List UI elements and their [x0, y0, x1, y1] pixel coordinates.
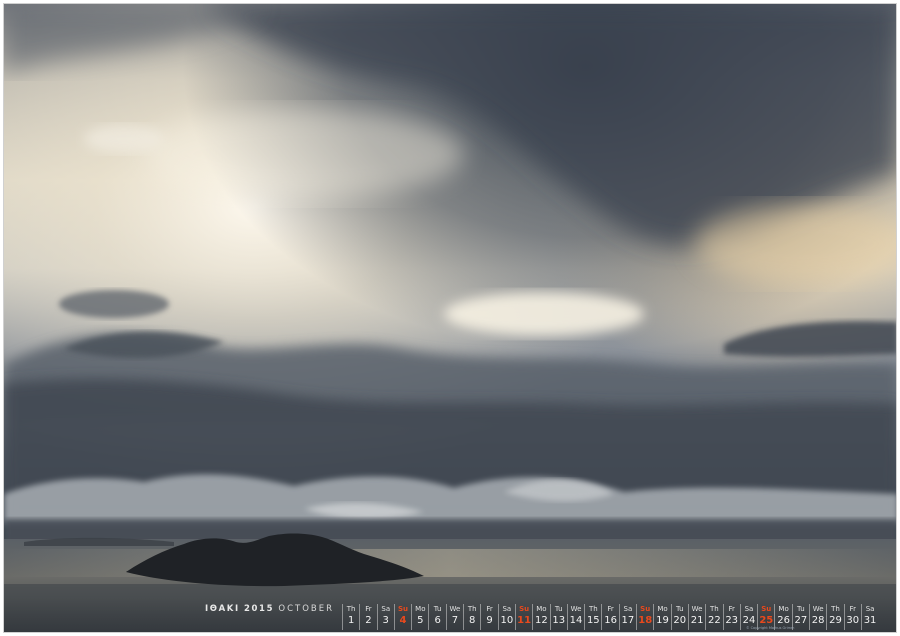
- day-name: Sa: [865, 605, 875, 613]
- calendar-day: Tu 6: [428, 604, 445, 630]
- day-name: We: [812, 605, 824, 613]
- calendar-day: Sa 31: [860, 604, 878, 630]
- calendar-title: IΘAKI 2015 OCTOBER: [205, 603, 334, 615]
- calendar-day: Su 11: [514, 604, 532, 630]
- calendar-day: Mo 12: [532, 604, 549, 630]
- day-name: Fr: [607, 605, 614, 613]
- day-name: Mo: [778, 605, 789, 613]
- day-date: 30: [846, 615, 860, 626]
- day-name: Th: [588, 605, 598, 613]
- calendar-day: We 28: [809, 604, 826, 630]
- calendar-day: Th 15: [584, 604, 601, 630]
- day-name: Fr: [365, 605, 372, 613]
- day-name: Sa: [502, 605, 512, 613]
- calendar-day: We 21: [687, 604, 705, 630]
- calendar-page: [3, 3, 897, 633]
- day-date: 4: [399, 615, 407, 626]
- day-name: Mo: [415, 605, 426, 613]
- day-name: Tu: [675, 605, 684, 613]
- day-name: Tu: [433, 605, 442, 613]
- day-date: 17: [621, 615, 635, 626]
- day-date: 5: [417, 615, 424, 626]
- calendar-day: Sa 10: [497, 604, 515, 630]
- calendar-day: Fr 16: [601, 604, 618, 630]
- day-date: 11: [517, 615, 532, 626]
- day-date: 28: [811, 615, 825, 626]
- day-name: We: [570, 605, 582, 613]
- day-date: 18: [638, 615, 653, 626]
- calendar-day: We 7: [445, 604, 463, 630]
- calendar-day: Su 18: [636, 604, 653, 630]
- day-name: Su: [761, 605, 772, 613]
- calendar-day: Fr 9: [480, 604, 497, 630]
- calendar-days: Th 1 Fr 2 Sa 3 Su 4 Mo 5 Tu 6 We 7 Th 8 Fr 9 Sa 10 Su 11 Mo 12 T…: [342, 604, 878, 630]
- day-name: Fr: [849, 605, 856, 613]
- calendar-day: Fr 23: [722, 604, 740, 630]
- day-name: Sa: [381, 605, 391, 613]
- calendar-day: Fr 2: [359, 604, 376, 630]
- sunset-clouds-photo: [4, 4, 896, 632]
- day-date: 13: [552, 615, 566, 626]
- day-name: Su: [519, 605, 530, 613]
- day-date: 16: [604, 615, 617, 626]
- calendar-day: Th 8: [463, 604, 480, 630]
- calendar-day: Mo 19: [653, 604, 670, 630]
- day-date: 29: [829, 615, 842, 626]
- calendar-day: Sa 3: [376, 604, 394, 630]
- day-name: We: [449, 605, 461, 613]
- calendar-day: Th 1: [342, 604, 359, 630]
- day-name: Su: [640, 605, 651, 613]
- day-date: 23: [725, 615, 739, 626]
- copyright-text: © Copyright Markus Grimm: [746, 626, 795, 630]
- calendar-day: Tu 20: [670, 604, 688, 630]
- day-date: 8: [469, 615, 476, 626]
- day-date: 20: [673, 615, 687, 626]
- calendar-day: Su 4: [393, 604, 411, 630]
- day-date: 3: [382, 615, 389, 626]
- day-name: Th: [346, 605, 356, 613]
- calendar-day: Th 22: [705, 604, 722, 630]
- day-name: Sa: [744, 605, 754, 613]
- calendar-day: Th 29: [826, 604, 843, 630]
- calendar-day: Fr 30: [843, 604, 861, 630]
- calendar-day: Tu 13: [549, 604, 567, 630]
- day-date: 10: [500, 615, 514, 626]
- day-name: We: [691, 605, 703, 613]
- day-date: 7: [451, 615, 459, 626]
- day-name: Su: [398, 605, 409, 613]
- day-name: Th: [467, 605, 477, 613]
- calendar-day: Mo 5: [411, 604, 428, 630]
- day-name: Th: [831, 605, 840, 613]
- calendar-day: Sa 17: [618, 604, 636, 630]
- day-date: 14: [569, 615, 583, 626]
- day-date: 12: [535, 615, 548, 626]
- day-date: 19: [656, 615, 669, 626]
- day-name: Mo: [657, 605, 668, 613]
- day-date: 6: [434, 615, 441, 626]
- day-date: 21: [690, 615, 704, 626]
- calendar-year: 2015: [244, 604, 275, 614]
- day-name: Mo: [536, 605, 547, 613]
- day-date: 22: [708, 615, 721, 626]
- day-name: Th: [710, 605, 719, 613]
- day-name: Tu: [554, 605, 563, 613]
- calendar-month: OCTOBER: [278, 604, 335, 614]
- day-date: 9: [486, 615, 493, 626]
- day-date: 2: [365, 615, 372, 626]
- day-date: 15: [586, 615, 600, 626]
- day-date: 31: [863, 615, 877, 626]
- day-date: 1: [347, 615, 355, 626]
- calendar-day: We 14: [566, 604, 584, 630]
- day-name: Sa: [623, 605, 633, 613]
- brand-name: IΘAKI: [205, 604, 240, 614]
- day-date: 27: [794, 615, 808, 626]
- day-name: Fr: [728, 605, 735, 613]
- day-name: Fr: [486, 605, 493, 613]
- day-name: Tu: [797, 605, 805, 613]
